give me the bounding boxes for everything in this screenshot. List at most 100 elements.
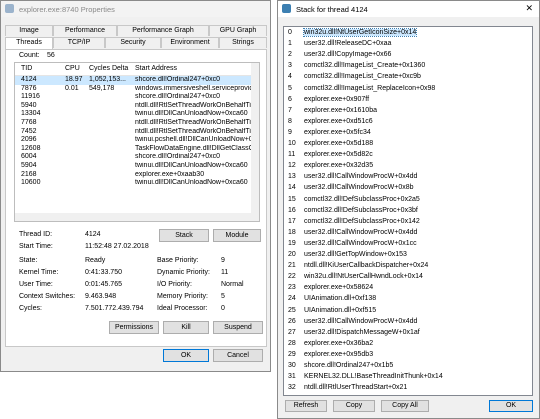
properties-titlebar[interactable]: explorer.exe:8740 Properties xyxy=(1,1,270,17)
frame-text: KERNEL32.DLL!BaseThreadInitThunk+0x14 xyxy=(304,373,443,381)
cell-tid: 13304 xyxy=(21,110,41,118)
frame-text: comctl32.dll!DefSubclassProc+0x3bf xyxy=(304,206,418,214)
frame-index: 19 xyxy=(288,239,296,247)
stack-app-icon xyxy=(282,4,291,13)
table-horizontal-scrollbar[interactable] xyxy=(15,213,253,221)
frame-text: ntdll.dll!KiUserCallbackDispatcher+0x24 xyxy=(304,262,429,270)
col-start-address[interactable]: Start Address xyxy=(135,65,177,72)
kill-button[interactable]: Kill xyxy=(163,321,209,334)
frame-index: 14 xyxy=(288,184,296,192)
table-vertical-scrollbar[interactable] xyxy=(251,63,259,221)
state-label: State: xyxy=(19,257,38,264)
stack-ok-button[interactable]: OK xyxy=(489,400,533,412)
cell-addr: twinui.dll!DllCanUnloadNow+0xca60 xyxy=(135,162,248,169)
frame-index: 11 xyxy=(288,151,296,159)
tabs-top-row: Image Performance Performance Graph GPU … xyxy=(5,25,267,36)
table-row[interactable]: 7876 0.01 549,178 windows.immersiveshell.se… xyxy=(15,85,253,94)
tab-gpu-graph[interactable]: GPU Graph xyxy=(209,25,267,36)
table-row[interactable]: 4124 18.97 1,052,153... shcore.dll!Ordinal2… xyxy=(15,76,253,85)
cell-tid: 2168 xyxy=(21,170,37,178)
frame-text: user32.dll!DispatchMessageW+0x1af xyxy=(304,328,420,336)
memory-priority-label: Memory Priority: xyxy=(157,293,208,300)
module-button[interactable]: Module xyxy=(213,229,261,242)
frame-text: user32.dll!CopyImage+0x66 xyxy=(304,51,392,59)
base-priority-label: Base Priority: xyxy=(157,257,199,264)
stack-frames-list[interactable]: 0 win32u.dll!NtUserGetIconSize+0x14 1 user3… xyxy=(283,26,533,396)
table-row[interactable]: 6004 shcore.dll!Ordinal247+0xc0 xyxy=(15,153,253,162)
tab-tcpip[interactable]: TCP/IP xyxy=(53,37,105,48)
frame-text: user32.dll!GetTopWindow+0x153 xyxy=(304,251,407,258)
base-priority-value: 9 xyxy=(221,257,225,264)
table-row[interactable]: 10600 twinui.dll!DllCanUnloadNow+0xca60 xyxy=(15,179,253,188)
permissions-button[interactable]: Permissions xyxy=(109,321,159,334)
table-row[interactable]: 2096 twinui.pcshell.dll!DllCanUnloadNow+0… xyxy=(15,136,253,145)
frame-text: explorer.exe+0x58624 xyxy=(304,284,374,292)
frame-text: UIAnimation.dll+0xf515 xyxy=(304,306,377,314)
frame-index: 28 xyxy=(288,339,296,347)
cell-addr: ntdll.dll!RtlSetThreadWorkOnBehalfTick..… xyxy=(135,127,251,135)
properties-window: explorer.exe:8740 Properties Image Perfo… xyxy=(0,0,271,372)
refresh-button[interactable]: Refresh xyxy=(285,400,327,412)
frame-text: user32.dll!ReleaseDC+0xaa xyxy=(304,40,392,48)
frame-index: 32 xyxy=(288,384,296,392)
memory-priority-value: 5 xyxy=(221,293,225,300)
table-row[interactable]: 13304 twinui.dll!DllCanUnloadNow+0xca60 xyxy=(15,110,253,119)
frame-text: comctl32.dll!ImageList_Create+0x1360 xyxy=(304,62,426,70)
tab-image[interactable]: Image xyxy=(5,25,53,36)
ok-button[interactable]: OK xyxy=(163,349,209,362)
cell-addr: shcore.dll!Ordinal247+0xc0 xyxy=(135,93,221,101)
cell-addr: explorer.exe+0xaab30 xyxy=(135,170,205,178)
frame-index: 16 xyxy=(288,206,296,214)
stack-button[interactable]: Stack xyxy=(159,229,209,242)
table-row[interactable]: 7768 ntdll.dll!RtlSetThreadWorkOnBehalfTi… xyxy=(15,119,253,128)
tab-performance-graph[interactable]: Performance Graph xyxy=(117,25,209,36)
frame-index: 29 xyxy=(288,350,296,358)
ideal-processor-label: Ideal Processor: xyxy=(157,305,208,312)
context-switches-label: Context Switches: xyxy=(19,293,76,300)
tab-strings[interactable]: Strings xyxy=(219,37,267,48)
frame-text: shcore.dll!Ordinal247+0x1b5 xyxy=(304,362,394,369)
cell-addr: twinui.dll!DllCanUnloadNow+0xca60 xyxy=(135,110,248,118)
cell-cpu: 18.97 xyxy=(65,76,83,83)
frame-text: user32.dll!CallWindowProcW+0x1cc xyxy=(304,239,417,247)
frame-index: 23 xyxy=(288,284,296,292)
col-cpu[interactable]: CPU xyxy=(65,65,80,72)
frame-text: user32.dll!CallWindowProcW+0x4dd xyxy=(304,228,418,236)
frame-text: comctl32.dll!DefSubclassProc+0x142 xyxy=(304,217,420,225)
tabs-bottom-row: Threads TCP/IP Security Environment Stri… xyxy=(5,37,267,49)
frame-index: 20 xyxy=(288,251,296,258)
table-row[interactable]: 11916 shcore.dll!Ordinal247+0xc0 xyxy=(15,93,253,102)
cell-cycles: 1,052,153... xyxy=(89,76,126,83)
table-row[interactable]: 5940 ntdll.dll!RtlSetThreadWorkOnBehalfTi… xyxy=(15,102,253,111)
table-row[interactable]: 2168 explorer.exe+0xaab30 xyxy=(15,171,253,180)
count-value: 56 xyxy=(47,52,55,59)
frame-index: 22 xyxy=(288,273,296,281)
col-tid[interactable]: TID xyxy=(21,65,32,72)
cell-addr: shcore.dll!Ordinal247+0xc0 xyxy=(135,76,221,83)
frame-index: 9 xyxy=(288,128,292,136)
cell-addr: ntdll.dll!RtlSetThreadWorkOnBehalfTick..… xyxy=(135,119,251,126)
table-row[interactable]: 7452 ntdll.dll!RtlSetThreadWorkOnBehalfTi… xyxy=(15,128,253,137)
frame-text: ntdll.dll!RtlUserThreadStart+0x21 xyxy=(304,384,408,392)
cell-cpu: 0.01 xyxy=(65,84,79,92)
tab-security[interactable]: Security xyxy=(105,37,161,48)
frame-text: explorer.exe+0x5d188 xyxy=(304,140,374,147)
suspend-button[interactable]: Suspend xyxy=(213,321,263,334)
close-icon[interactable]: ✕ xyxy=(525,3,533,14)
copy-all-button[interactable]: Copy All xyxy=(381,400,429,412)
table-row[interactable]: 5904 twinui.dll!DllCanUnloadNow+0xca60 xyxy=(15,162,253,171)
table-row[interactable]: 12608 TaskFlowDataEngine.dll!DllGetClassO… xyxy=(15,145,253,154)
copy-button[interactable]: Copy xyxy=(333,400,375,412)
tab-performance[interactable]: Performance xyxy=(53,25,117,36)
frame-text: explorer.exe+0x95db3 xyxy=(304,350,374,358)
tab-environment[interactable]: Environment xyxy=(161,37,219,48)
dynamic-priority-label: Dynamic Priority: xyxy=(157,269,210,276)
frame-index: 1 xyxy=(288,40,292,48)
col-cycles-delta[interactable]: Cycles Delta xyxy=(89,65,128,72)
frame-index: 24 xyxy=(288,295,296,303)
stack-titlebar[interactable]: Stack for thread 4124 ✕ xyxy=(278,1,539,17)
cancel-button[interactable]: Cancel xyxy=(213,349,263,362)
frame-index: 0 xyxy=(288,29,292,36)
frame-index: 7 xyxy=(288,106,292,114)
tab-threads[interactable]: Threads xyxy=(5,37,53,49)
